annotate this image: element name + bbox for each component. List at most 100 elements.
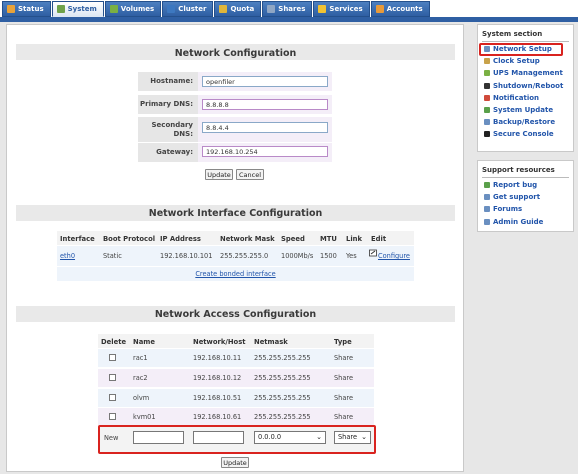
access-cell-host: 192.168.10.12 [193,374,242,382]
interface-header-edit: Edit [371,235,387,243]
tab-label: System [67,5,97,13]
interface-header-link: Link [346,235,363,243]
sidebar-item-get-support[interactable]: Get support [484,193,540,201]
services-icon [318,5,327,13]
sidebar-item-secure-console[interactable]: Secure Console [484,130,554,138]
delete-checkbox[interactable] [109,413,116,420]
sidebar-item-shutdown-reboot[interactable]: Shutdown/Reboot [484,82,563,90]
sidebar-item-clock-setup[interactable]: Clock Setup [484,57,540,65]
system-section-title: System section [482,30,543,38]
sidebar-item-notification[interactable]: Notification [484,94,539,102]
interface-header-speed: Speed [281,235,305,243]
clock-icon [484,58,490,65]
sidebar-item-report-bug[interactable]: Report bug [484,181,537,189]
sidebar-item-label: System Update [493,106,554,114]
quota-icon [219,5,228,13]
primary-dns-input[interactable]: 8.8.8.8 [202,99,328,110]
tab-services[interactable]: Services [313,1,370,17]
sidebar-item-forums[interactable]: Forums [484,205,522,213]
configure-label: Configure [378,252,410,260]
access-cell-type: Share [334,394,354,402]
sidebar-item-admin-guide[interactable]: Admin Guide [484,218,543,226]
access-cell-name: rac2 [133,374,148,382]
console-icon [484,131,490,138]
primary-dns-label: Primary DNS: [138,95,198,114]
support-divider [482,177,569,178]
access-cell-name: olvm [133,394,150,402]
system-icon [56,5,65,13]
secondary-dns-input[interactable]: 8.8.4.4 [202,122,328,133]
delete-checkbox[interactable] [109,394,116,401]
access-cell-type: Share [334,413,354,421]
network-setup-highlight [479,43,563,56]
gateway-input[interactable]: 192.168.10.254 [202,146,328,157]
sidebar-item-label: UPS Management [493,69,563,78]
support-title: Support resources [482,166,555,174]
access-header-host: Network/Host [193,338,246,346]
access-header-name: Name [133,338,155,346]
access-cell-name: kvm01 [133,413,156,421]
network-config-title: Network Configuration [174,48,297,59]
interface-speed-value: 1000Mb/s [281,252,314,260]
access-cell-mask: 255.255.255.255 [254,374,311,382]
interface-mask-value: 255.255.255.0 [220,252,269,260]
access-update-button[interactable]: Update [221,457,249,468]
tab-accounts[interactable]: Accounts [370,1,430,17]
tab-cluster[interactable]: Cluster [162,1,214,17]
delete-checkbox[interactable] [109,374,116,381]
sidebar-item-backup-restore[interactable]: Backup/Restore [484,118,555,126]
tab-status[interactable]: Status [2,1,51,17]
sidebar-item-label: Admin Guide [493,217,544,226]
shutdown-icon [484,82,490,89]
cluster-icon [167,5,176,13]
sidebar-item-label: Forums [493,205,523,214]
forums-icon [484,206,490,213]
interface-eth0-link[interactable]: eth0 [60,252,75,260]
sidebar-item-label: Clock Setup [493,57,540,66]
tab-quota[interactable]: Quota [214,1,262,17]
access-cell-mask: 255.255.255.255 [254,394,311,402]
ups-icon [484,70,490,77]
tab-system[interactable]: System [51,1,104,17]
access-header-netmask: Netmask [254,338,288,346]
network-cancel-button[interactable]: Cancel [236,169,264,180]
system-update-icon [484,107,490,113]
sidebar-item-label: Secure Console [493,130,554,139]
delete-checkbox[interactable] [109,354,116,361]
hostname-label: Hostname: [138,72,198,91]
tab-label: Status [18,5,44,13]
sidebar-item-system-update[interactable]: System Update [484,106,553,114]
backup-icon [484,119,490,126]
bug-icon [484,182,490,188]
sidebar-item-label: Backup/Restore [493,118,556,127]
tab-bar: Status System Volumes Cluster Quota Shares Ser… [2,1,431,17]
sidebar-item-label: Shutdown/Reboot [493,81,564,90]
interface-header-boot: Boot Protocol [103,235,156,243]
access-cell-type: Share [334,354,354,362]
gateway-label: Gateway: [138,143,198,162]
access-header-delete: Delete [101,338,127,346]
guide-icon [484,218,490,225]
interface-mtu-value: 1500 [320,252,337,260]
sidebar-item-label: Get support [493,193,541,202]
create-bonded-interface-link[interactable]: Create bonded interface [57,270,414,278]
tab-shares[interactable]: Shares [262,1,313,17]
access-header-type: Type [334,338,352,346]
access-cell-mask: 255.255.255.255 [254,413,311,421]
hostname-input[interactable]: openfiler [202,76,328,87]
network-update-button[interactable]: Update [205,169,233,180]
sidebar-item-label: Notification [493,93,540,102]
support-icon [484,194,490,201]
sidebar-item-label: Report bug [493,181,538,189]
interface-header-ip: IP Address [160,235,201,243]
tab-volumes[interactable]: Volumes [104,1,162,17]
system-section-divider [482,41,569,42]
access-config-title: Network Access Configuration [154,309,317,320]
top-navigation: Status System Volumes Cluster Quota Shares Ser… [0,0,578,17]
access-cell-host: 192.168.10.11 [193,354,242,362]
interface-link-value: Yes [346,252,357,260]
new-entry-highlight [98,425,376,454]
interface-header-interface: Interface [60,235,95,243]
sidebar-item-ups-management[interactable]: UPS Management [484,69,563,77]
interface-configure-link[interactable]: Configure [369,249,410,260]
